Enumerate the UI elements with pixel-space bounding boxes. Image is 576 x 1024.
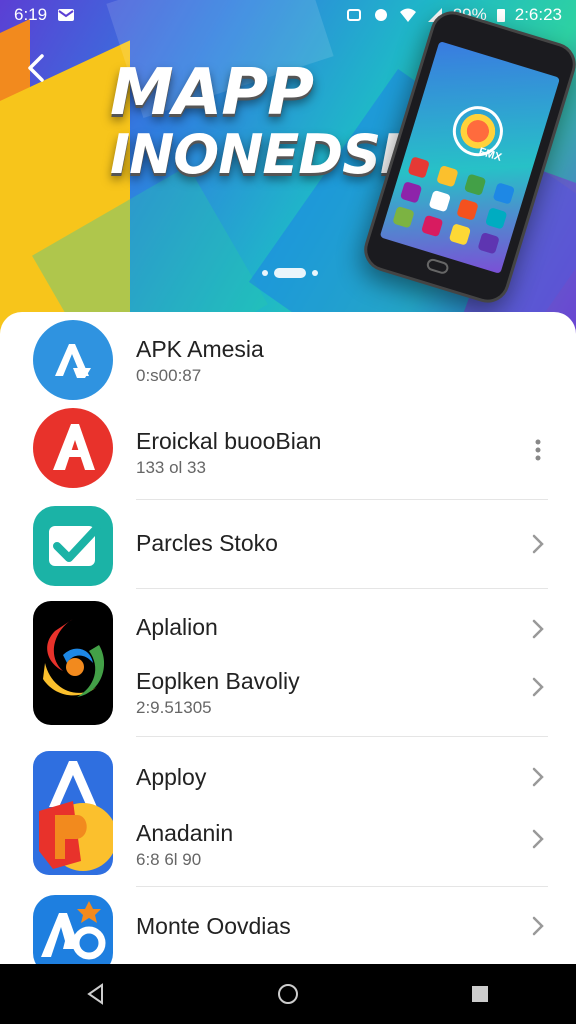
alarm-icon: [374, 9, 387, 21]
hero-title-line2: INONEDSI: [110, 123, 400, 187]
status-time: 6:19: [14, 5, 48, 24]
carousel-indicator: [262, 268, 318, 278]
hero-title: MAPP INONEDSI: [110, 56, 400, 187]
list-item[interactable]: Apploy: [0, 736, 576, 820]
recents-nav-icon[interactable]: [468, 982, 492, 1006]
list-item-title: Apploy: [136, 764, 207, 790]
status-clock: 2:6:23: [514, 5, 562, 24]
list-item-subtitle: 2:9.51305: [136, 698, 212, 717]
wifi-icon: [399, 8, 416, 22]
carousel-dot[interactable]: [312, 270, 318, 276]
list-item-title: Eroickal buooBian: [136, 428, 322, 454]
mail-icon: [58, 9, 75, 21]
battery-icon: [496, 9, 505, 22]
chevron-right-icon[interactable]: [530, 766, 546, 788]
chevron-right-icon[interactable]: [530, 828, 546, 850]
list-item-subtitle: 133 ol 33: [136, 458, 206, 477]
app-list: APK Amesia 0:s00:87 Eroickal buooBian 13…: [0, 312, 576, 964]
list-item-title: APK Amesia: [136, 336, 264, 362]
list-item-title: Eoplken Bavoliy: [136, 668, 300, 694]
hero-title-line1: MAPP: [110, 56, 314, 130]
hero-banner: 6:19 89% 2:6:23 MAPP INONEDSI FMX: [0, 0, 576, 360]
list-item-title: Monte Oovdias: [136, 913, 291, 939]
list-item-title: Aplalion: [136, 614, 218, 640]
list-item-title: Anadanin: [136, 820, 234, 846]
list-item-subtitle: 6:8 6l 90: [136, 850, 202, 869]
list-item[interactable]: Parcles Stoko: [0, 500, 576, 588]
red-a-app-icon: [33, 408, 113, 488]
system-nav-bar: [0, 964, 576, 1024]
home-nav-icon[interactable]: [276, 982, 300, 1006]
list-item[interactable]: Anadanin 6:8 6l 90: [0, 820, 576, 886]
phone-badge: FMX: [477, 145, 504, 164]
sync-icon: [346, 9, 361, 21]
ao-app-icon: [33, 895, 113, 964]
more-options-icon[interactable]: [534, 438, 542, 462]
list-item[interactable]: Aplalion: [0, 588, 576, 668]
list-item-title: Parcles Stoko: [136, 530, 278, 556]
list-item[interactable]: APK Amesia 0:s00:87: [0, 312, 576, 408]
carousel-dot-active[interactable]: [274, 268, 306, 278]
chevron-right-icon[interactable]: [530, 676, 546, 698]
apk-app-icon: [33, 320, 113, 400]
phone-app-grid: [392, 156, 518, 255]
chevron-right-icon[interactable]: [530, 618, 546, 640]
list-item-subtitle: 0:s00:87: [136, 366, 202, 385]
phone-home-button: [425, 257, 450, 276]
carousel-dot[interactable]: [262, 270, 268, 276]
list-item[interactable]: Eroickal buooBian 133 ol 33: [0, 408, 576, 500]
checkmark-app-icon: [33, 506, 113, 586]
back-nav-icon[interactable]: [84, 982, 108, 1006]
back-arrow-icon[interactable]: [22, 50, 52, 86]
list-item[interactable]: Eoplken Bavoliy 2:9.51305: [0, 668, 576, 736]
list-item[interactable]: Monte Oovdias: [0, 887, 576, 964]
chevron-right-icon[interactable]: [530, 915, 546, 937]
chevron-right-icon[interactable]: [530, 533, 546, 555]
